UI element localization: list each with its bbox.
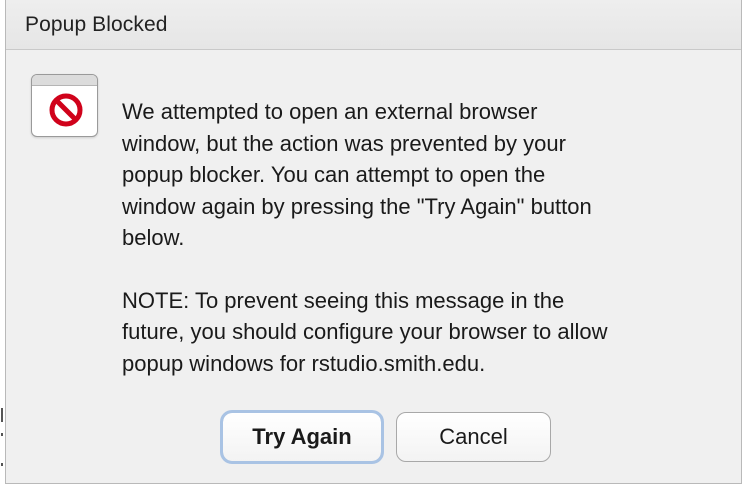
message-paragraph-note: NOTE: To prevent seeing this message in …	[122, 287, 608, 376]
dialog-title: Popup Blocked	[25, 13, 168, 36]
cancel-button[interactable]: Cancel	[396, 412, 551, 462]
no-entry-icon	[49, 93, 83, 127]
window-bar	[32, 75, 97, 86]
blocked-window-icon	[31, 74, 98, 137]
popup-blocked-dialog: Popup Blocked We attempted to open an ex…	[5, 0, 742, 484]
message-paragraph-main: We attempted to open an external browser…	[122, 99, 592, 250]
dialog-titlebar[interactable]: Popup Blocked	[6, 0, 741, 50]
try-again-button[interactable]: Try Again	[220, 410, 384, 464]
dialog-message: We attempted to open an external browser…	[122, 96, 722, 379]
